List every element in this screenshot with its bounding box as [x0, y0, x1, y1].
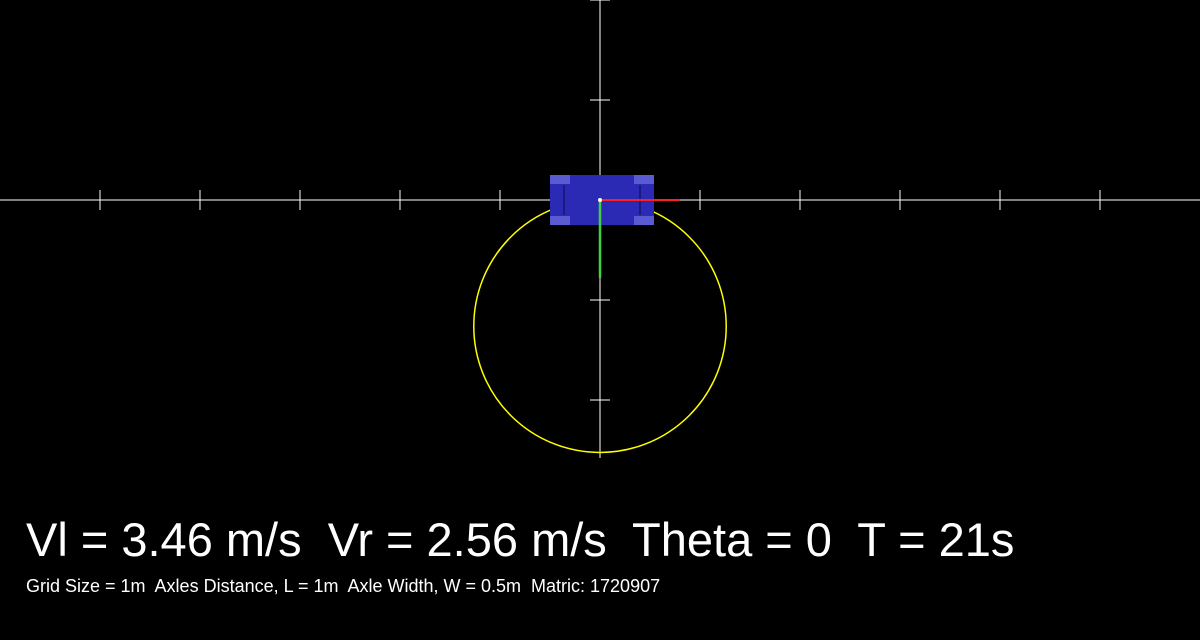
status-readout: Vl = 3.46 m/s Vr = 2.56 m/s Theta = 0 T … — [26, 513, 1015, 566]
info-readout: Grid Size = 1m Axles Distance, L = 1m Ax… — [26, 576, 661, 596]
robot-wheel — [550, 175, 570, 184]
robot-wheel — [550, 216, 570, 225]
robot-wheel — [634, 175, 654, 184]
robot — [550, 175, 680, 278]
robot-wheel — [634, 216, 654, 225]
robot-center — [598, 198, 602, 202]
